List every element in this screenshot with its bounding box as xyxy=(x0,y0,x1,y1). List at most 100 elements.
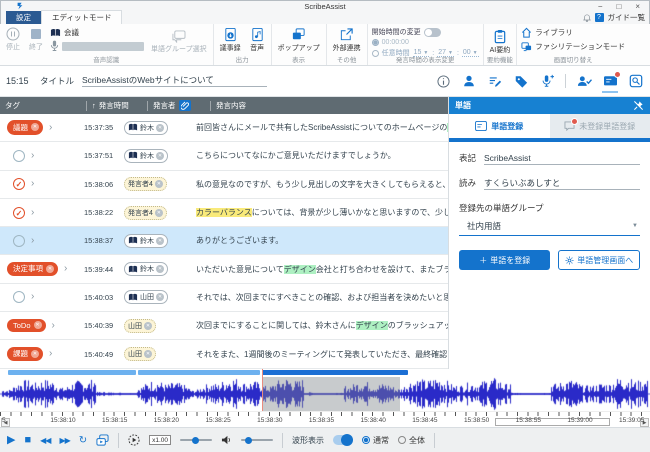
tag-badge[interactable]: ToDo✕ xyxy=(7,319,46,332)
minutes-export-button[interactable]: 議事録 xyxy=(218,26,243,54)
overview-segment-active[interactable] xyxy=(262,370,408,375)
check-circle-empty[interactable] xyxy=(13,291,25,303)
popup-button[interactable]: ポップアップ xyxy=(276,26,322,54)
timeline-scroll-thumb[interactable] xyxy=(495,418,610,426)
popout-player-icon[interactable] xyxy=(96,434,109,447)
radio-normal[interactable]: 通常 xyxy=(362,435,389,446)
pin-off-icon[interactable] xyxy=(633,100,644,111)
overview-segment[interactable] xyxy=(138,370,260,375)
speaker-chip[interactable]: 発言者4✕ xyxy=(124,177,167,191)
help-icon[interactable]: ? xyxy=(595,13,604,22)
transcript-row[interactable]: ›15:40:03山田✕それでは、次回までにすべきことの確認、および担当者を決め… xyxy=(0,284,448,312)
library-button[interactable]: ライブラリ xyxy=(521,27,625,38)
speed-slider[interactable] xyxy=(180,439,212,441)
end-button[interactable]: 終了 xyxy=(27,26,45,53)
waveform-overview-bar[interactable] xyxy=(0,369,650,377)
check-circle-checked[interactable]: ✓ xyxy=(13,207,25,219)
speaker-chip[interactable]: 鈴木✕ xyxy=(124,234,168,248)
speaker-remove-icon[interactable]: ✕ xyxy=(156,124,164,132)
speaker-chip[interactable]: 鈴木✕ xyxy=(124,149,168,163)
header-speaker[interactable]: 発言者 xyxy=(148,97,210,114)
edit-list-icon[interactable] xyxy=(487,73,503,89)
speaker-remove-icon[interactable]: ✕ xyxy=(155,180,163,188)
speaker-chip[interactable]: 発言者4✕ xyxy=(124,206,167,220)
mic-plus-icon[interactable] xyxy=(539,73,555,89)
register-word-button[interactable]: ＋ 単語を登録 xyxy=(459,250,550,270)
utterance-text[interactable]: それでは、次回までにすべきことの確認、および担当者を決めたいと思います。 xyxy=(190,292,448,303)
transcript-row[interactable]: 決定事項✕›15:39:44鈴木✕いただいた意見についてデザイン会社と打ち合わせ… xyxy=(0,255,448,283)
search-document-icon[interactable] xyxy=(628,73,644,89)
ai-summary-button[interactable]: AI要約 xyxy=(488,26,513,56)
tag-remove-icon[interactable]: ✕ xyxy=(46,265,54,273)
tag-badge[interactable]: 決定事項✕ xyxy=(7,262,58,277)
overview-segment[interactable] xyxy=(8,370,136,375)
expand-chevron-icon[interactable]: › xyxy=(31,208,34,218)
guide-list-button[interactable]: ガイド一覧 xyxy=(608,12,646,23)
speaker-chip[interactable]: 山田✕ xyxy=(124,347,156,361)
surface-input[interactable] xyxy=(484,153,640,165)
stop-button-player[interactable]: ■ xyxy=(24,435,31,446)
start-time-toggle[interactable] xyxy=(424,28,441,37)
radio-time-default[interactable] xyxy=(372,39,379,46)
transcript-row[interactable]: ›15:38:37鈴木✕ありがとうございます。 xyxy=(0,227,448,255)
speaker-chip[interactable]: 山田✕ xyxy=(124,319,156,333)
stop-button[interactable]: 停止 xyxy=(4,26,22,53)
tab-word-register[interactable]: 単語登録 xyxy=(449,114,550,138)
expand-chevron-icon[interactable]: › xyxy=(31,179,34,189)
radio-whole[interactable]: 全体 xyxy=(398,435,425,446)
utterance-text[interactable]: 私の意見なのですが、もう少し見出しの文字を大きくしてもらえると、区別がつきや xyxy=(190,179,448,190)
speaker-check-icon[interactable] xyxy=(576,73,592,89)
expand-chevron-icon[interactable]: › xyxy=(31,292,34,302)
play-button[interactable]: ▶ xyxy=(7,435,15,446)
check-circle-empty[interactable] xyxy=(13,150,25,162)
expand-chevron-icon[interactable]: › xyxy=(64,264,67,274)
speaker-remove-icon[interactable]: ✕ xyxy=(144,322,152,330)
waveform[interactable] xyxy=(0,377,650,411)
replay-icon[interactable]: ↻ xyxy=(79,435,87,446)
speaker-chip[interactable]: 山田✕ xyxy=(124,290,168,304)
speaker-remove-icon[interactable]: ✕ xyxy=(156,293,164,301)
rewind-button[interactable]: ◀◀ xyxy=(40,435,50,446)
audio-export-button[interactable]: 音声 xyxy=(248,26,267,54)
speaker-chip[interactable]: 鈴木✕ xyxy=(124,262,168,276)
transcript-row[interactable]: ToDo✕›15:40:39山田✕次回までにすることに関しては、鈴木さんにデザイ… xyxy=(0,312,448,340)
utterance-text[interactable]: こちらについてなにかご意見いただけますでしょうか。 xyxy=(190,150,448,161)
external-link-button[interactable]: 外部連携 xyxy=(331,26,363,54)
speaker-remove-icon[interactable]: ✕ xyxy=(156,265,164,273)
header-time[interactable]: ↑ 発言時間 xyxy=(87,97,147,114)
transcript-row[interactable]: ✓›15:38:06発言者4✕私の意見なのですが、もう少し見出しの文字を大きくし… xyxy=(0,171,448,199)
tag-badge[interactable]: 議題✕ xyxy=(7,120,43,135)
check-circle-checked[interactable]: ✓ xyxy=(13,178,25,190)
speaker-remove-icon[interactable]: ✕ xyxy=(155,209,163,217)
bell-icon[interactable] xyxy=(583,14,591,22)
header-tag[interactable]: タグ xyxy=(0,97,86,114)
utterance-text[interactable]: 次回までにすることに関しては、鈴木さんにデザインのブラッシュアップを行っていただ xyxy=(190,320,448,331)
utterance-text[interactable]: いただいた意見についてデザイン会社と打ち合わせを設けて、またブラッシュアップし xyxy=(190,264,448,275)
tag-remove-icon[interactable]: ✕ xyxy=(34,321,42,329)
expand-chevron-icon[interactable]: › xyxy=(31,151,34,161)
word-panel-icon[interactable] xyxy=(602,73,618,89)
utterance-text[interactable]: ありがとうございます。 xyxy=(190,235,448,246)
waveform-selection[interactable] xyxy=(262,377,400,411)
utterance-text[interactable]: 前回皆さんにメールで共有したScribeAssistについてのホームページのデザ… xyxy=(190,122,448,133)
tag-badge[interactable]: 課題✕ xyxy=(7,347,43,362)
transcript-row[interactable]: ›15:37:51鈴木✕こちらについてなにかご意見いただけますでしょうか。 xyxy=(0,142,448,170)
word-management-button[interactable]: 単語管理画面へ xyxy=(558,250,640,270)
expand-chevron-icon[interactable]: › xyxy=(52,321,55,331)
playhead-marker[interactable] xyxy=(262,369,263,411)
utterance-text[interactable]: それをまた、1週間後のミーティングにて発表していただき、最終確認を行いたいと xyxy=(190,349,448,360)
word-group-select-button[interactable]: 単語グループ選択 xyxy=(149,26,209,55)
reading-input[interactable] xyxy=(484,178,640,190)
speaker-remove-icon[interactable]: ✕ xyxy=(156,237,164,245)
tag-icon[interactable] xyxy=(513,73,529,89)
speaker-person-icon[interactable] xyxy=(461,73,477,89)
speaker-remove-icon[interactable]: ✕ xyxy=(144,350,152,358)
expand-chevron-icon[interactable]: › xyxy=(49,349,52,359)
check-circle-empty[interactable] xyxy=(13,235,25,247)
tag-remove-icon[interactable]: ✕ xyxy=(31,350,39,358)
speed-value[interactable]: x1.00 xyxy=(149,435,171,445)
forward-button[interactable]: ▶▶ xyxy=(59,435,69,446)
info-icon[interactable] xyxy=(435,73,451,89)
meeting-title-input[interactable] xyxy=(82,75,267,87)
minimize-button[interactable]: − xyxy=(598,2,603,11)
